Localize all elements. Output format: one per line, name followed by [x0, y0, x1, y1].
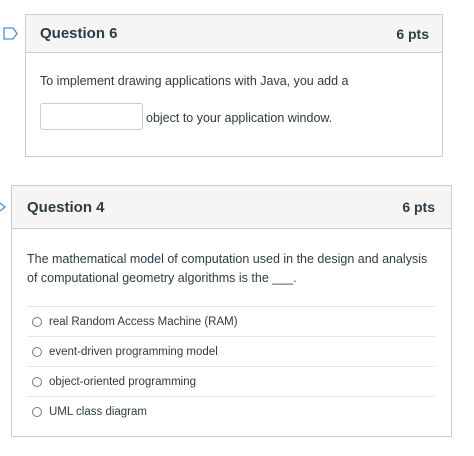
question-6-text-after: object to your application window. — [146, 111, 333, 125]
answer-label[interactable]: UML class diagram — [49, 406, 147, 418]
bookmark-flag-icon[interactable] — [0, 202, 6, 212]
question-4-body: The mathematical model of computation us… — [12, 229, 451, 426]
answer-label[interactable]: object-oriented programming — [49, 376, 196, 388]
answer-label[interactable]: real Random Access Machine (RAM) — [49, 316, 238, 328]
radio-button[interactable] — [32, 406, 42, 417]
radio-button[interactable] — [32, 346, 42, 357]
radio-button[interactable] — [32, 316, 42, 327]
question-6-points: 6 pts — [396, 25, 429, 42]
answer-option[interactable]: event-driven programming model — [27, 337, 435, 367]
answer-option[interactable]: object-oriented programming — [27, 367, 435, 397]
question-4-card: Question 4 6 pts The mathematical model … — [11, 185, 452, 437]
answer-list: real Random Access Machine (RAM) event-d… — [27, 306, 435, 426]
fill-in-blank-input[interactable] — [40, 103, 143, 130]
question-6-header: Question 6 6 pts — [26, 15, 442, 53]
question-6-text-before: To implement drawing applications with J… — [40, 74, 349, 88]
answer-option[interactable]: UML class diagram — [27, 397, 435, 426]
question-4-title: Question 4 — [27, 198, 105, 216]
bookmark-flag-icon[interactable] — [3, 27, 18, 40]
question-6-card: Question 6 6 pts To implement drawing ap… — [25, 14, 443, 157]
question-4-points: 6 pts — [402, 199, 435, 215]
answer-option[interactable]: real Random Access Machine (RAM) — [27, 307, 435, 337]
question-4-header: Question 4 6 pts — [12, 186, 451, 229]
question-4-prompt: The mathematical model of computation us… — [27, 252, 428, 285]
question-6-title: Question 6 — [40, 25, 118, 42]
radio-button[interactable] — [32, 376, 42, 387]
answer-label[interactable]: event-driven programming model — [49, 346, 218, 358]
